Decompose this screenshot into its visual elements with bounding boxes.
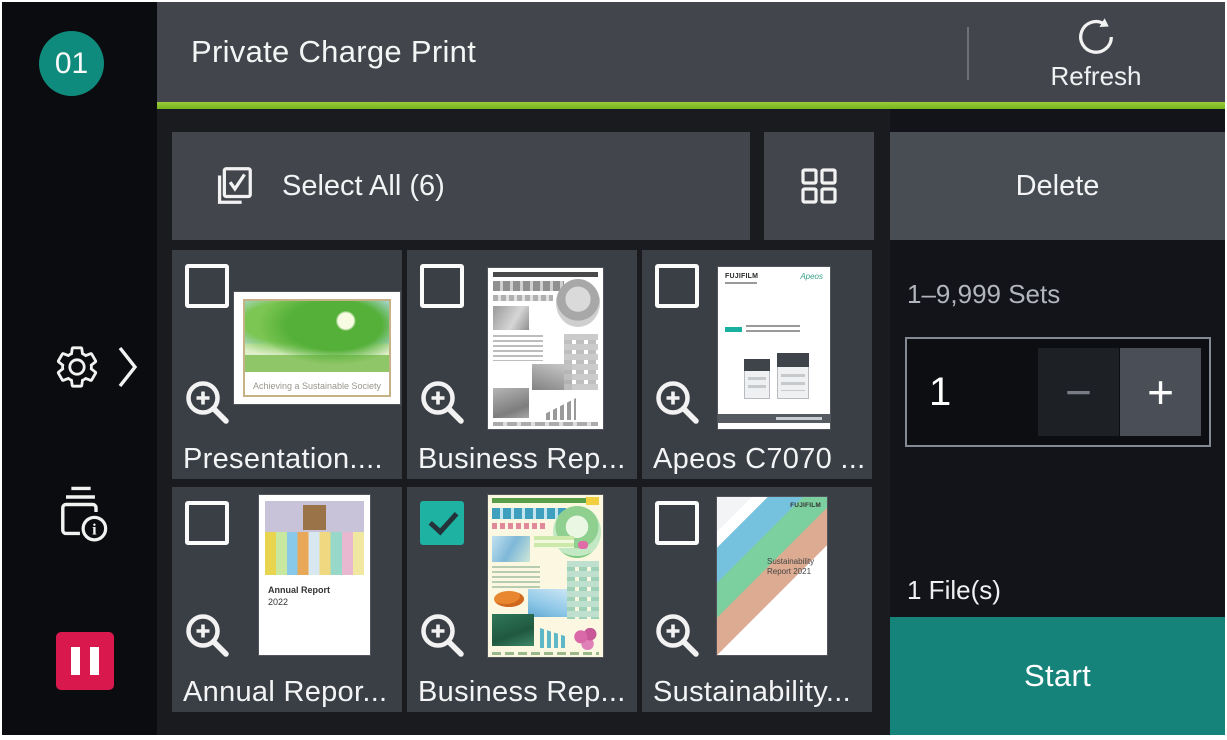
grid-view-icon — [797, 164, 841, 208]
refresh-button[interactable]: Refresh — [967, 2, 1225, 102]
sets-range-label: 1–9,999 Sets — [907, 279, 1060, 310]
file-checkbox[interactable] — [655, 264, 699, 308]
refresh-icon — [1073, 13, 1119, 59]
header: Private Charge Print Refresh — [157, 2, 1225, 109]
file-label: Presentation.... — [183, 443, 383, 476]
page-title: Private Charge Print — [191, 2, 476, 102]
settings-button[interactable] — [53, 343, 140, 391]
file-checkbox[interactable] — [655, 501, 699, 545]
select-all-label: Select All (6) — [282, 170, 445, 203]
screen-background: 01 i — [2, 2, 1225, 735]
pause-icon — [71, 647, 80, 675]
thumbnail-title: Annual Report — [268, 585, 330, 595]
file-thumbnail: Annual Report 2022 — [259, 495, 370, 655]
thumbnail-year: 2022 — [268, 597, 288, 607]
file-label: Apeos C7070 ... — [653, 443, 865, 476]
grid-view-button[interactable] — [764, 132, 874, 240]
quantity-value[interactable]: 1 — [929, 339, 951, 445]
file-checkbox[interactable] — [420, 264, 464, 308]
file-label: Business Rep... — [418, 443, 626, 476]
select-all-button[interactable]: Select All (6) — [172, 132, 750, 240]
file-checkbox[interactable] — [185, 501, 229, 545]
thumbnail-brand: FUJIFILM — [790, 502, 821, 509]
file-label: Sustainability... — [653, 676, 851, 709]
start-button[interactable]: Start — [890, 617, 1225, 735]
pause-icon — [90, 647, 99, 675]
select-all-checkbox-icon — [210, 163, 256, 209]
plus-icon: + — [1147, 365, 1174, 419]
file-thumbnail: Achieving a Sustainable Society — [234, 292, 400, 404]
file-tile[interactable]: Business Rep... — [407, 250, 637, 479]
gear-icon — [53, 343, 101, 391]
thumbnail-caption: Achieving a Sustainable Society — [245, 381, 389, 391]
file-tile[interactable]: Achieving a Sustainable Society Presenta… — [172, 250, 402, 479]
file-tile[interactable]: FUJIFILM Sustainability Report 2021 Sust… — [642, 487, 872, 712]
increment-button[interactable]: + — [1120, 348, 1201, 436]
zoom-in-icon[interactable] — [415, 375, 471, 431]
file-checkbox[interactable] — [185, 264, 229, 308]
file-list-area: Select All (6) Achieving a Sustainable S… — [157, 109, 890, 735]
refresh-label: Refresh — [1050, 61, 1141, 92]
thumbnail-title: Sustainability Report 2021 — [767, 557, 821, 578]
minus-icon: − — [1065, 365, 1092, 419]
action-panel: Delete 1–9,999 Sets 1 − + 1 File(s) Star… — [890, 109, 1225, 735]
file-label: Business Rep... — [418, 676, 626, 709]
thumbnail-logo: Apeos — [800, 272, 823, 281]
file-tile[interactable]: Business Rep... — [407, 487, 637, 712]
zoom-in-icon[interactable] — [650, 608, 706, 664]
file-label: Annual Repor... — [183, 676, 387, 709]
sidebar: 01 i — [2, 2, 157, 735]
file-thumbnail — [488, 268, 603, 429]
file-thumbnail: FUJIFILM Apeos — [718, 267, 830, 429]
device-screen: 01 i — [0, 0, 1227, 740]
pause-button[interactable] — [56, 632, 114, 690]
zoom-in-icon[interactable] — [180, 375, 236, 431]
delete-button[interactable]: Delete — [890, 132, 1225, 240]
file-tile[interactable]: FUJIFILM Apeos Apeos C7070 ... — [642, 250, 872, 479]
file-thumbnail: FUJIFILM Sustainability Report 2021 — [717, 497, 827, 655]
quantity-stepper: 1 − + — [905, 337, 1211, 447]
printer-info-icon: i — [52, 482, 110, 542]
svg-text:i: i — [92, 522, 97, 539]
zoom-in-icon[interactable] — [180, 608, 236, 664]
printer-status-button[interactable]: i — [52, 482, 110, 542]
file-checkbox[interactable] — [420, 501, 464, 545]
zoom-in-icon[interactable] — [415, 608, 471, 664]
zoom-in-icon[interactable] — [650, 375, 706, 431]
thumbnail-brand: FUJIFILM — [725, 273, 758, 280]
file-count-label: 1 File(s) — [907, 575, 1001, 606]
file-thumbnail — [488, 495, 603, 657]
header-accent-bar — [157, 102, 1225, 109]
job-number-badge: 01 — [39, 31, 104, 96]
decrement-button[interactable]: − — [1038, 348, 1119, 436]
chevron-right-icon — [116, 344, 140, 390]
file-tile[interactable]: Annual Report 2022 Annual Repor... — [172, 487, 402, 712]
